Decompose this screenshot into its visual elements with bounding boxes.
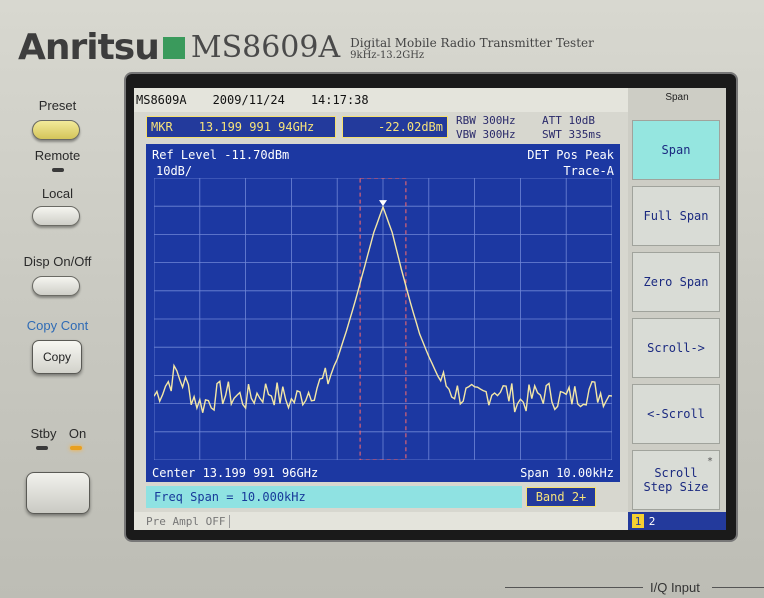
freq-span-entry[interactable]: Freq Span = 10.000kHz (146, 486, 522, 508)
iq-input-label: I/Q Input (650, 580, 700, 595)
preset-label: Preset (38, 98, 77, 113)
front-panel-keys: Preset Remote Local Disp On/Off Copy Con… (10, 90, 105, 530)
marker-frequency: 13.199 991 94GHz (198, 120, 315, 134)
sweep-params: RBW 300Hz ATT 10dB VBW 300Hz SWT 335ms (456, 114, 632, 142)
freq-span-entry-text: Freq Span = 10.000kHz (154, 490, 306, 504)
spectrum-plot: Ref Level -11.70dBm 10dB/ DET Pos Peak T… (146, 144, 620, 482)
softkey-span[interactable]: Span (632, 120, 720, 180)
status-bar: Pre Ampl OFF (134, 512, 628, 530)
swt-value: SWT 335ms (542, 128, 602, 141)
stby-led (36, 446, 48, 450)
marker-layer (379, 200, 387, 207)
softkey-scroll-left-label: <-Scroll (647, 407, 705, 421)
on-led (70, 446, 82, 450)
trace-text: Trace-A (563, 164, 614, 178)
disp-onoff-button[interactable] (32, 276, 80, 296)
brand-header: Anritsu MS8609A Digital Mobile Radio Tra… (18, 28, 594, 68)
copy-cont-label: Copy Cont (26, 318, 89, 333)
marker-frequency-box: MKR 13.199 991 94GHz (146, 116, 336, 138)
softkey-scroll-right[interactable]: Scroll-> (632, 318, 720, 378)
screen-topbar: MS8609A 2009/11/24 14:17:38 (134, 88, 628, 112)
marker-level-box: -22.02dBm (342, 116, 448, 138)
analyzer-screen: MS8609A 2009/11/24 14:17:38 MKR 13.199 9… (134, 88, 726, 530)
ref-level-text: Ref Level -11.70dBm (152, 148, 290, 162)
page-1-indicator: 1 (632, 514, 644, 528)
spectrum-chart (154, 178, 612, 460)
local-button[interactable] (32, 206, 80, 226)
brand-logo: Anritsu (18, 27, 160, 68)
on-label: On (68, 426, 87, 441)
scale-text: 10dB/ (156, 164, 193, 178)
softkey-page-indicator: 1 2 (628, 512, 726, 530)
softkey-full-span-label: Full Span (643, 209, 709, 223)
softkey-span-label: Span (661, 143, 691, 157)
rbw-value: RBW 300Hz (456, 114, 516, 127)
detector-text: DET Pos Peak (527, 148, 614, 162)
copy-button[interactable]: Copy (32, 340, 82, 374)
standby-button[interactable] (26, 472, 90, 514)
iq-input-rule-left (505, 587, 643, 588)
preset-button[interactable] (32, 120, 80, 140)
preamp-status: Pre Ampl OFF (146, 514, 231, 528)
local-label: Local (41, 186, 74, 201)
marker-label: MKR (151, 120, 173, 134)
marker-row: MKR 13.199 991 94GHz -22.02dBm RBW 300Hz… (142, 114, 628, 142)
softkey-zero-span-label: Zero Span (643, 275, 709, 289)
softkey-scroll-right-label: Scroll-> (647, 341, 705, 355)
vbw-value: VBW 300Hz (456, 128, 516, 141)
brand-freq-range: 9kHz-13.2GHz (350, 49, 425, 61)
screen-time: 14:17:38 (310, 93, 369, 107)
att-value: ATT 10dB (542, 114, 595, 127)
span-text: Span 10.00kHz (520, 466, 614, 480)
marker-level: -22.02dBm (377, 120, 443, 134)
brand-model: MS8609A (190, 30, 341, 65)
band-indicator: Band 2+ (526, 487, 596, 507)
brand-description: Digital Mobile Radio Transmitter Tester … (350, 36, 594, 61)
marker-triangle-icon (379, 200, 387, 207)
softkey-scroll-step-label-2: Step Size (643, 480, 709, 494)
graticule (154, 178, 612, 460)
screen-model: MS8609A (136, 93, 187, 107)
page-2-indicator: 2 (648, 514, 656, 528)
iq-input-rule-right (712, 587, 764, 588)
softkey-panel: Span Span Full Span Zero Span Scroll-> <… (628, 88, 726, 530)
center-frequency-text: Center 13.199 991 96GHz (152, 466, 319, 480)
remote-label: Remote (34, 148, 81, 163)
softkey-scroll-step-label-1: Scroll (654, 466, 698, 480)
softkey-full-span[interactable]: Full Span (632, 186, 720, 246)
band-text: Band 2+ (535, 490, 587, 504)
disp-onoff-label: Disp On/Off (23, 254, 92, 269)
softkey-zero-span[interactable]: Zero Span (632, 252, 720, 312)
softkey-mark: * (706, 456, 713, 467)
softkey-menu-title: Span (665, 92, 689, 103)
brand-square-icon (162, 37, 185, 59)
brand-description-text: Digital Mobile Radio Transmitter Tester (350, 35, 594, 50)
softkey-scroll-step-size[interactable]: * Scroll Step Size (632, 450, 720, 510)
screen-date: 2009/11/24 (212, 93, 285, 107)
softkey-scroll-left[interactable]: <-Scroll (632, 384, 720, 444)
remote-led (52, 168, 64, 172)
